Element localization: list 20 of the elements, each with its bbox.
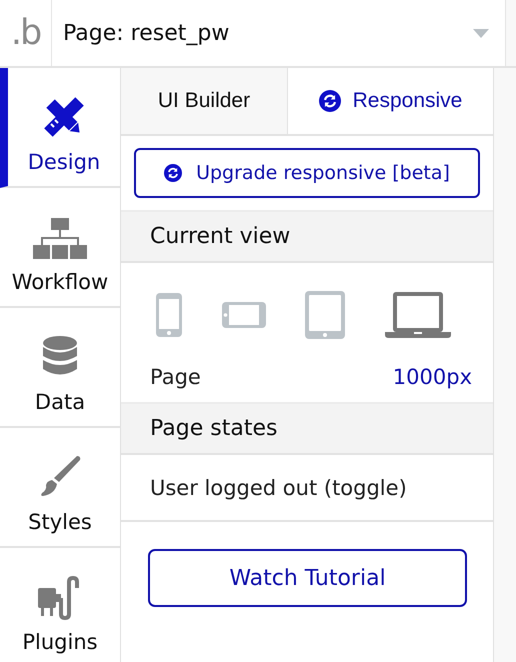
tab[interactable]: UI Builder	[121, 68, 288, 134]
upgrade-button[interactable]: Upgrade responsive [beta]	[134, 148, 480, 198]
row-label: Page	[150, 365, 201, 389]
caret-icon	[473, 28, 489, 38]
laptop-icon[interactable]	[384, 292, 451, 338]
sync-icon	[318, 90, 341, 112]
sidebar-item[interactable]: Design	[0, 68, 120, 188]
plug-icon	[38, 576, 82, 620]
phone-icon[interactable]	[156, 293, 182, 337]
row-value: 1000px	[392, 365, 472, 389]
section-header: Page states	[121, 402, 493, 455]
page-state-item[interactable]: User logged out (toggle)	[121, 455, 493, 522]
phone-landscape-icon[interactable]	[222, 302, 266, 328]
tablet-icon[interactable]	[305, 291, 346, 339]
canvas-background	[506, 0, 516, 66]
sync-icon	[164, 164, 182, 182]
watch-tutorial-button[interactable]: Watch Tutorial	[148, 549, 467, 607]
section-header: Current view	[121, 210, 493, 263]
logo: .b	[0, 0, 52, 66]
hierarchy-icon	[33, 218, 87, 260]
